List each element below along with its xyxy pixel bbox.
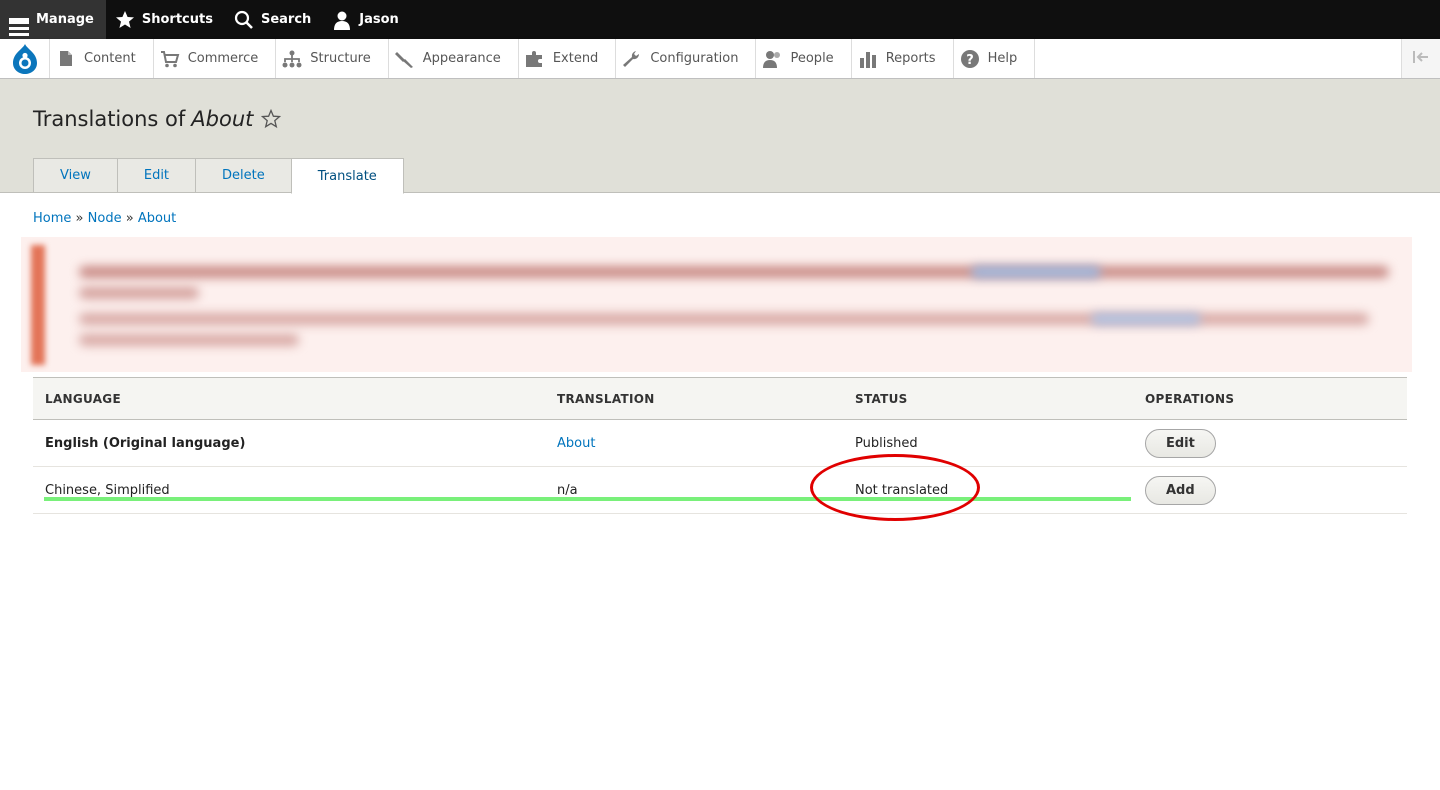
menu-extend[interactable]: Extend (519, 39, 617, 78)
menu-appearance-label: Appearance (422, 51, 501, 66)
tab-view[interactable]: View (33, 158, 117, 193)
menu-appearance[interactable]: Appearance (389, 39, 519, 78)
menu-configuration[interactable]: Configuration (616, 39, 757, 78)
menu-structure[interactable]: Structure (276, 39, 389, 78)
user-label: Jason (359, 12, 399, 27)
page-title: Translations of About (33, 107, 282, 131)
puzzle-icon (525, 49, 545, 69)
sitemap-icon (282, 49, 302, 69)
user-tab[interactable]: Jason (323, 0, 411, 39)
search-tab[interactable]: Search (225, 0, 323, 39)
cell-translation: n/a (545, 466, 843, 514)
blurred-text (79, 287, 199, 299)
shortcuts-label: Shortcuts (141, 12, 213, 27)
breadcrumb-node[interactable]: Node (88, 211, 122, 226)
drupal-logo-icon[interactable] (0, 39, 50, 78)
page-title-prefix: Translations of (33, 107, 186, 131)
menu-extend-label: Extend (552, 51, 599, 66)
brush-icon (394, 49, 415, 69)
column-header-status: STATUS (843, 377, 1133, 420)
shortcuts-tab[interactable]: Shortcuts (106, 0, 225, 39)
blurred-link (971, 266, 1101, 278)
blurred-error-message (21, 237, 1412, 372)
add-button[interactable]: Add (1145, 475, 1216, 505)
tab-delete[interactable]: Delete (195, 158, 291, 193)
table-row: Chinese, Simplified n/a Not translated A… (33, 466, 1407, 514)
page-header: Translations of About View Edit Delete T… (0, 79, 1440, 194)
breadcrumb: Home » Node » About (33, 211, 176, 226)
manage-tab[interactable]: Manage (0, 0, 106, 39)
menu-content[interactable]: Content (50, 39, 154, 78)
breadcrumb-separator: » (75, 211, 84, 226)
menu-commerce[interactable]: Commerce (154, 39, 277, 78)
cart-icon (160, 49, 180, 69)
menu-content-label: Content (84, 51, 136, 66)
user-icon (331, 9, 353, 31)
blurred-link (1091, 313, 1201, 325)
menu-help[interactable]: ? Help (954, 39, 1036, 78)
people-icon (762, 49, 782, 69)
edit-button[interactable]: Edit (1145, 428, 1216, 458)
tab-edit[interactable]: Edit (116, 158, 196, 193)
cell-operations: Add (1133, 466, 1407, 514)
message-accent-bar (31, 245, 45, 365)
tray-spacer (1035, 39, 1401, 78)
wrench-icon (622, 49, 642, 69)
menu-structure-label: Structure (310, 51, 371, 66)
hamburger-icon (8, 9, 30, 36)
translations-table: LANGUAGE TRANSLATION STATUS OPERATIONS E… (33, 377, 1407, 514)
menu-configuration-label: Configuration (650, 51, 739, 66)
breadcrumb-separator: » (125, 211, 134, 226)
search-icon (233, 9, 255, 31)
blurred-text (79, 334, 299, 346)
star-icon (114, 9, 136, 31)
blurred-text (79, 266, 1389, 278)
svg-text:?: ? (966, 53, 974, 68)
primary-tabs: View Edit Delete Translate (33, 158, 404, 194)
breadcrumb-home[interactable]: Home (33, 211, 71, 226)
collapse-arrow-icon (1412, 50, 1430, 68)
column-header-language: LANGUAGE (33, 377, 545, 420)
table-row: English (Original language) About Publis… (33, 419, 1407, 467)
column-header-translation: TRANSLATION (545, 377, 843, 420)
collapse-tray-button[interactable] (1401, 39, 1440, 78)
menu-commerce-label: Commerce (187, 51, 259, 66)
red-circle-annotation (810, 454, 980, 521)
menu-reports[interactable]: Reports (852, 39, 954, 78)
top-toolbar: Manage Shortcuts Search Jason (0, 0, 1440, 39)
file-icon (56, 49, 76, 69)
cell-translation: About (545, 419, 843, 467)
cell-language: Chinese, Simplified (33, 466, 545, 514)
manage-label: Manage (36, 12, 94, 27)
page-title-node: About (191, 107, 254, 131)
bar-chart-icon (858, 49, 878, 69)
column-header-operations: OPERATIONS (1133, 377, 1407, 420)
breadcrumb-current[interactable]: About (138, 211, 176, 226)
menu-reports-label: Reports (885, 51, 936, 66)
cell-language: English (Original language) (33, 419, 545, 467)
menu-people-label: People (790, 51, 834, 66)
shortcut-star-icon[interactable] (261, 108, 282, 129)
cell-operations: Edit (1133, 419, 1407, 467)
table-header-row: LANGUAGE TRANSLATION STATUS OPERATIONS (33, 377, 1407, 420)
help-icon: ? (960, 49, 980, 69)
translation-link[interactable]: About (557, 436, 595, 451)
menu-help-label: Help (987, 51, 1018, 66)
search-label: Search (260, 12, 312, 27)
menu-people[interactable]: People (756, 39, 852, 78)
tab-translate[interactable]: Translate (290, 158, 404, 194)
admin-menu: Content Commerce Structure Appearance Ex… (0, 39, 1440, 79)
